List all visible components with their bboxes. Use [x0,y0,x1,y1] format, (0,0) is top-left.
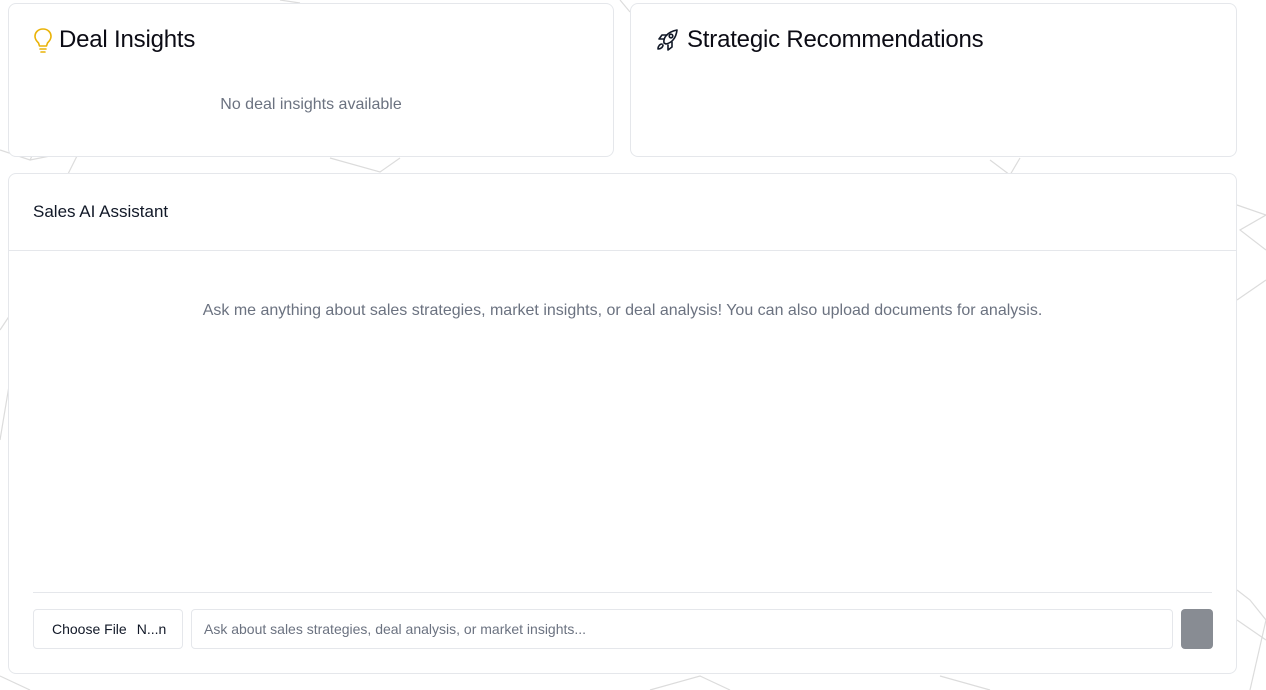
send-button[interactable] [1181,609,1213,649]
composer-divider [33,592,1212,593]
assistant-header: Sales AI Assistant [9,174,1236,251]
chat-input[interactable] [191,609,1173,649]
deal-insights-card: Deal Insights No deal insights available [8,3,614,157]
strategic-recommendations-card: Strategic Recommendations [630,3,1237,157]
assistant-empty-message: Ask me anything about sales strategies, … [202,302,1043,319]
deal-insights-title: Deal Insights [33,26,195,54]
strategic-recommendations-title-text: Strategic Recommendations [687,26,984,53]
choose-file-button[interactable]: Choose File [52,621,127,637]
strategic-recommendations-title: Strategic Recommendations [655,26,984,54]
assistant-title: Sales AI Assistant [33,202,169,221]
file-upload-input[interactable]: Choose File N...n [33,609,183,649]
file-name-label: N...n [136,621,167,637]
rocket-icon [655,28,681,52]
deal-insights-empty-message: No deal insights available [220,96,402,113]
deal-insights-title-text: Deal Insights [59,26,196,53]
sales-ai-assistant-card: Sales AI Assistant Ask me anything about… [8,173,1237,674]
lightbulb-icon [33,27,53,53]
